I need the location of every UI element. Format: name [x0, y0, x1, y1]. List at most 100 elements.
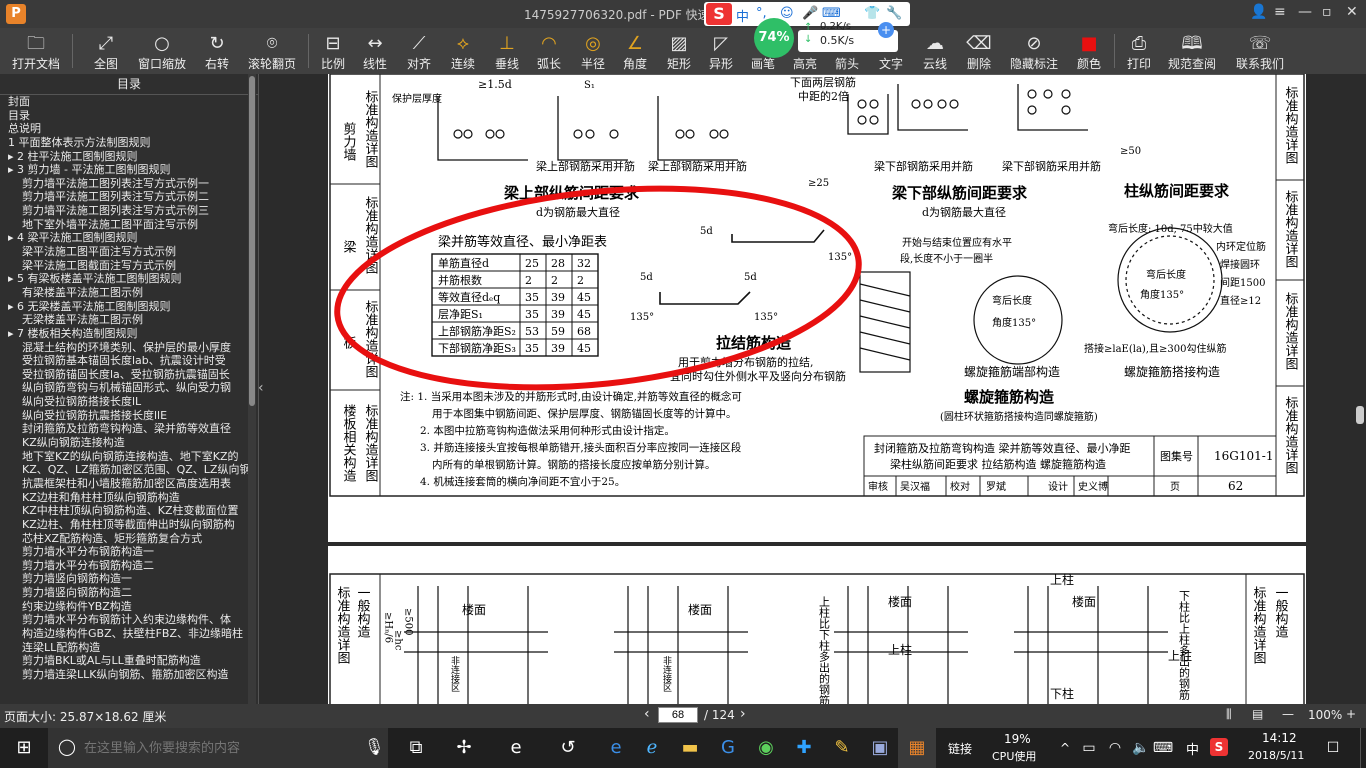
document-viewer[interactable]: 剪力墙 标准构造详图 梁 标准构造详图 板 标准构造详图 楼板相关构造 标准构造… [270, 74, 1354, 704]
clock-time[interactable]: 14:12 [1262, 731, 1297, 745]
plus-icon[interactable]: + [878, 22, 894, 38]
toc-item[interactable]: ▸ 5 有梁板楼盖平法施工图制图规则 [0, 272, 258, 286]
polygon-button[interactable]: ◸ 异形 [704, 28, 738, 74]
toc-item[interactable]: ▸ 3 剪力墙 - 平法施工图制图规则 [0, 163, 258, 177]
arc-length-button[interactable]: ◠ 弧长 [532, 28, 566, 74]
page-number-input[interactable] [658, 707, 698, 723]
skin-icon[interactable]: ≡ [1274, 4, 1286, 20]
toc-item[interactable]: 剪力墙水平分布钢筋构造一 [0, 545, 258, 559]
toc-item[interactable]: 目录 [0, 109, 258, 123]
toc-item[interactable]: 梁平法施工图平面注写方式示例 [0, 245, 258, 259]
wheel-page-button[interactable]: ⌾ 滚轮翻页 [244, 28, 300, 74]
toc-item[interactable]: 抗震框架柱和小墙肢箍筋加密区高度选用表 [0, 477, 258, 491]
zoom-in-icon[interactable]: + [1346, 707, 1356, 721]
sogou-logo-icon[interactable]: S [706, 3, 732, 25]
refresh-app-icon[interactable]: ↺ [552, 728, 584, 768]
toc-item[interactable]: 纵向钢筋弯钩与机械锚固形式、纵向受力钢 [0, 381, 258, 395]
tray-app-icon[interactable]: ▭ [1078, 728, 1100, 768]
delete-button[interactable]: ⌫ 删除 [962, 28, 996, 74]
contact-us-button[interactable]: ☏ 联系我们 [1232, 28, 1288, 74]
pdf-reader-taskbar-icon[interactable]: ▦ [898, 728, 936, 768]
toc-item[interactable]: 总说明 [0, 122, 258, 136]
angle-button[interactable]: ∠ 角度 [618, 28, 652, 74]
photo-app-icon[interactable]: ▣ [864, 728, 896, 768]
toc-item[interactable]: 芯柱XZ配筋构造、矩形箍筋复合方式 [0, 532, 258, 546]
ime-indicator[interactable]: 中 [1186, 739, 1199, 758]
file-explorer-icon[interactable]: ▬ [674, 728, 706, 768]
toc-item[interactable]: 连梁LL配筋构造 [0, 641, 258, 655]
toc-item[interactable]: 无梁楼盖平法施工图示例 [0, 313, 258, 327]
next-page-icon[interactable]: › [740, 706, 746, 722]
toc-item[interactable]: 剪力墙平法施工图列表注写方式示例一 [0, 177, 258, 191]
toc-item[interactable]: 1 平面整体表示方法制图规则 [0, 136, 258, 150]
open-document-button[interactable]: 🗀 打开文档 [6, 28, 66, 74]
cloud-line-button[interactable]: ☁ 云线 [918, 28, 952, 74]
fan-app-icon[interactable]: ✢ [448, 728, 480, 768]
show-desktop-button[interactable] [1360, 728, 1366, 768]
viewer-scrollbar[interactable] [1354, 74, 1366, 704]
edge-browser-icon[interactable]: e [500, 728, 532, 768]
cross-app-icon[interactable]: ✚ [788, 728, 820, 768]
prev-page-icon[interactable]: ‹ [644, 706, 650, 722]
toc-item[interactable]: ▸ 4 梁平法施工图制图规则 [0, 231, 258, 245]
continuous-view-icon[interactable]: ▤ [1252, 707, 1263, 721]
hide-annotations-button[interactable]: ⊘ 隐藏标注 [1004, 28, 1064, 74]
toc-item[interactable]: 纵向受拉钢筋搭接长度lL [0, 395, 258, 409]
network-speed-widget[interactable]: 74% ↑ 0.2K/s ↓ 0.5K/s + [754, 18, 900, 58]
color-button[interactable]: ■ 颜色 [1072, 28, 1106, 74]
toc-item[interactable]: 剪力墙水平分布钢筋计入约束边缘构件、体 [0, 613, 258, 627]
toc-item[interactable]: 封闭箍筋及拉筋弯钩构造、梁并筋等效直径 [0, 422, 258, 436]
volume-icon[interactable]: 🔈 [1130, 728, 1152, 768]
collapse-sidebar-icon[interactable]: ‹ [258, 380, 270, 396]
window-zoom-button[interactable]: ○ 窗口缩放 [134, 28, 190, 74]
edge-blue-icon[interactable]: e [600, 728, 632, 768]
toc-item[interactable]: 剪力墙竖向钢筋构造二 [0, 586, 258, 600]
microphone-icon[interactable]: 🎙 [364, 737, 384, 756]
scale-button[interactable]: ⊟ 比例 [316, 28, 350, 74]
toc-item[interactable]: 地下室KZ的纵向钢筋连接构造、地下室KZ的 [0, 450, 258, 464]
clock-date[interactable]: 2018/5/11 [1248, 749, 1304, 762]
toc-item[interactable]: 受拉钢筋基本锚固长度lab、抗震设计时受 [0, 354, 258, 368]
toc-item[interactable]: 混凝土结构的环境类别、保护层的最小厚度 [0, 341, 258, 355]
keyboard-icon[interactable]: ⌨ [1152, 728, 1174, 768]
link-label[interactable]: 链接 [948, 740, 972, 757]
toc-item[interactable]: 受拉钢筋锚固长度la、受拉钢筋抗震锚固长 [0, 368, 258, 382]
toc-item[interactable]: 封面 [0, 95, 258, 109]
toc-item[interactable]: 剪力墙平法施工图列表注写方式示例二 [0, 190, 258, 204]
toc-item[interactable]: 约束边缘构件YBZ构造 [0, 600, 258, 614]
align-button[interactable]: ⟋ 对齐 [402, 28, 436, 74]
spec-lookup-button[interactable]: 🕮 规范查阅 [1164, 28, 1220, 74]
toc-item[interactable]: 梁平法施工图截面注写方式示例 [0, 259, 258, 273]
app-icon[interactable]: P [6, 4, 26, 24]
user-icon[interactable]: 👤 [1250, 4, 1267, 20]
task-view-icon[interactable]: ⧉ [400, 728, 432, 768]
toc-item[interactable]: 纵向受拉钢筋抗震搭接长度llE [0, 409, 258, 423]
toc-item[interactable]: ▸ 2 柱平法施工图制图规则 [0, 150, 258, 164]
toc-scrollbar[interactable] [248, 74, 256, 704]
maximize-icon[interactable]: ▫ [1322, 4, 1332, 20]
rectangle-button[interactable]: ▨ 矩形 [662, 28, 696, 74]
zoom-out-icon[interactable]: — [1282, 707, 1294, 721]
fit-page-button[interactable]: ⤢ 全图 [88, 28, 124, 74]
linear-button[interactable]: ↔ 线性 [358, 28, 392, 74]
ime-mode-icon[interactable]: 中 [736, 6, 749, 25]
toc-item[interactable]: KZ纵向钢筋连接构造 [0, 436, 258, 450]
start-icon[interactable]: ⊞ [0, 728, 48, 768]
minimize-icon[interactable]: — [1298, 4, 1312, 20]
toc-item[interactable]: 剪力墙连梁LLK纵向钢筋、箍筋加密区构造 [0, 668, 258, 682]
print-button[interactable]: ⎙ 打印 [1122, 28, 1156, 74]
toc-item[interactable]: KZ边柱、角柱柱顶等截面伸出时纵向钢筋构 [0, 518, 258, 532]
continuous-button[interactable]: ⟡ 连续 [446, 28, 480, 74]
toc-item[interactable]: 地下室外墙平法施工图平面注写示例 [0, 218, 258, 232]
toc-item[interactable]: 剪力墙竖向钢筋构造一 [0, 572, 258, 586]
perpendicular-button[interactable]: ⊥ 垂线 [490, 28, 524, 74]
toc-item[interactable]: 有梁楼盖平法施工图示例 [0, 286, 258, 300]
single-page-view-icon[interactable]: ⫼ [1226, 707, 1232, 722]
toc-item[interactable]: KZ中柱柱顶纵向钢筋构造、KZ柱变截面位置 [0, 504, 258, 518]
toc-item[interactable]: ▸ 6 无梁楼盖平法施工图制图规则 [0, 300, 258, 314]
wifi-icon[interactable]: ◠ [1104, 728, 1126, 768]
rotate-right-button[interactable]: ↻ 右转 [198, 28, 236, 74]
notes-app-icon[interactable]: ✎ [826, 728, 858, 768]
radius-button[interactable]: ◎ 半径 [576, 28, 610, 74]
notification-icon[interactable]: ☐ [1322, 728, 1344, 768]
